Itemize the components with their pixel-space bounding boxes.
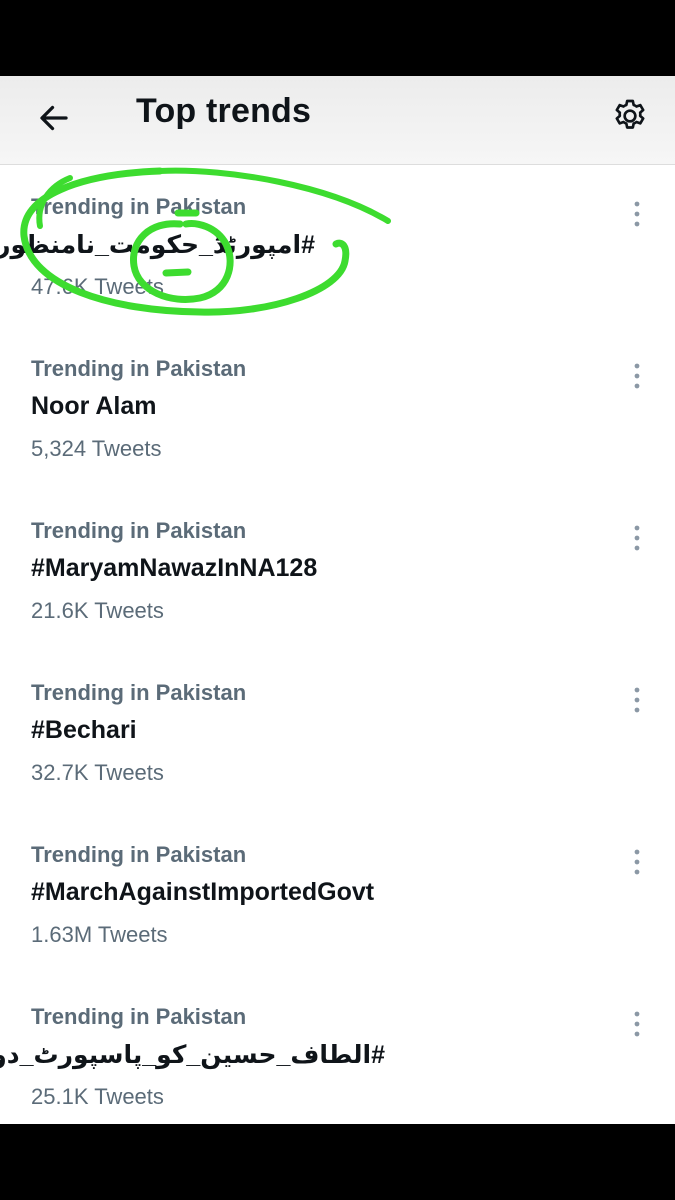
more-vertical-icon [634, 849, 640, 875]
more-vertical-icon [634, 525, 640, 551]
trend-context: Trending in Pakistan [31, 842, 247, 867]
more-vertical-icon [634, 363, 640, 389]
more-button[interactable] [622, 842, 652, 882]
more-button[interactable] [622, 518, 652, 558]
more-vertical-icon [634, 201, 640, 227]
trend-context: Trending in Pakistan [31, 194, 247, 219]
trend-item[interactable]: Trending in Pakistan #امپورٹڈ_حکومت_نامن… [0, 174, 675, 334]
trend-count: 32.7K Tweets [31, 760, 164, 785]
top-bar: Top trends [0, 76, 675, 165]
trends-screen: Top trends Trending in Pakistan #امپورٹڈ… [0, 76, 675, 1124]
trend-item[interactable]: Trending in Pakistan #الطاف_حسین_کو_پاسپ… [0, 984, 675, 1124]
more-button[interactable] [622, 680, 652, 720]
more-button[interactable] [622, 194, 652, 234]
arrow-left-icon [40, 105, 68, 131]
trend-name: #MaryamNawazInNA128 [31, 554, 318, 582]
trend-context: Trending in Pakistan [31, 356, 247, 381]
trend-name: #الطاف_حسین_کو_پاسپورٹ_دو [0, 1041, 385, 1069]
settings-button[interactable] [604, 90, 656, 142]
trend-context: Trending in Pakistan [31, 1004, 247, 1029]
trend-name: #امپورٹڈ_حکومت_نامنظور [0, 231, 315, 259]
more-button[interactable] [622, 1004, 652, 1044]
trend-item[interactable]: Trending in Pakistan #MarchAgainstImport… [0, 822, 675, 982]
trend-count: 25.1K Tweets [31, 1084, 164, 1109]
trend-context: Trending in Pakistan [31, 518, 247, 543]
trend-count: 5,324 Tweets [31, 436, 162, 461]
more-vertical-icon [634, 687, 640, 713]
trend-context: Trending in Pakistan [31, 680, 247, 705]
page-title: Top trends [136, 92, 312, 130]
trend-item[interactable]: Trending in Pakistan #Bechari 32.7K Twee… [0, 660, 675, 820]
back-button[interactable] [30, 94, 78, 142]
more-vertical-icon [634, 1011, 640, 1037]
trend-count: 21.6K Tweets [31, 598, 164, 623]
trend-name: Noor Alam [31, 392, 157, 420]
trend-count: 47.6K Tweets [31, 274, 164, 299]
trend-item[interactable]: Trending in Pakistan Noor Alam 5,324 Twe… [0, 336, 675, 496]
trend-item[interactable]: Trending in Pakistan #MaryamNawazInNA128… [0, 498, 675, 658]
trend-name: #Bechari [31, 716, 137, 744]
more-button[interactable] [622, 356, 652, 396]
gear-icon [615, 99, 645, 129]
trend-count: 1.63M Tweets [31, 922, 168, 947]
trend-name: #MarchAgainstImportedGovt [31, 878, 375, 906]
